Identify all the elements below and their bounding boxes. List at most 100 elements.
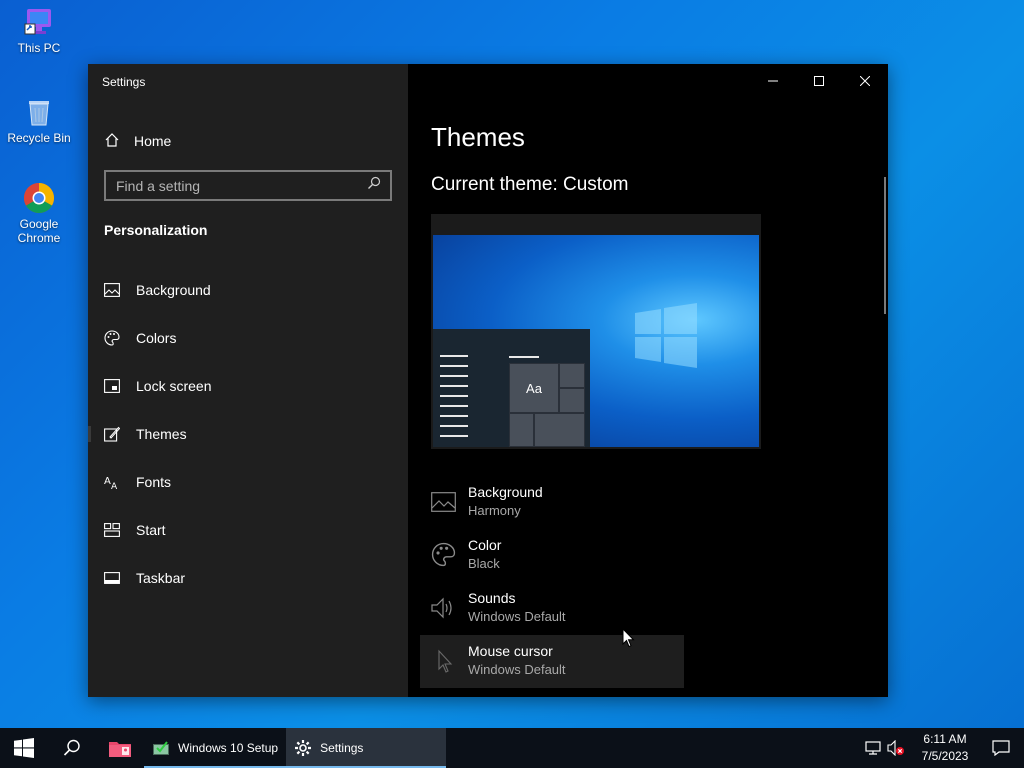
sidebar-item-label: Background [136,282,211,298]
theme-item-name: Color [468,537,502,553]
windows-logo-icon [635,303,697,368]
search-box[interactable] [104,170,392,201]
svg-text:A: A [111,482,118,490]
theme-item-background[interactable]: Background Harmony [420,476,684,529]
preview-tiles: Aa [509,363,585,447]
sidebar-item-start[interactable]: Start [88,506,408,554]
action-center-button[interactable] [978,728,1024,768]
sidebar-item-fonts[interactable]: AA Fonts [88,458,408,506]
theme-item-color[interactable]: Color Black [420,529,684,582]
nav-list: Background Colors Lock screen Themes A A… [88,266,408,602]
lock-screen-icon [104,378,120,394]
svg-text:A: A [104,476,111,487]
sidebar-item-label: Lock screen [136,378,212,394]
nav-home[interactable]: Home [104,130,171,152]
close-button[interactable] [842,64,888,98]
background-icon [104,282,120,298]
theme-item-name: Mouse cursor [468,643,553,659]
this-pc-icon [23,6,55,38]
search-icon[interactable] [367,176,381,195]
volume-muted-icon[interactable] [884,728,908,768]
themes-icon [104,426,120,442]
taskbar-search-button[interactable] [48,728,96,768]
minimize-button[interactable] [750,64,796,98]
sidebar-item-label: Themes [136,426,187,442]
desktop-icon-label: This PC [17,41,61,55]
mouse-cursor-icon [622,627,636,653]
system-tray: 6:11 AM 7/5/2023 [862,728,1024,768]
home-icon [104,132,120,151]
palette-icon [431,542,456,567]
fonts-icon: AA [104,474,120,490]
window-title: Settings [102,75,146,89]
nav-home-label: Home [134,133,172,149]
search-icon [63,739,80,756]
start-icon [104,522,120,538]
palette-icon [104,330,120,346]
sidebar-item-taskbar[interactable]: Taskbar [88,554,408,602]
notification-icon [992,740,1010,756]
desktop-icon-recycle-bin[interactable]: Recycle Bin [0,96,78,145]
taskbar-app-label: Settings [320,741,364,755]
image-icon [431,489,456,514]
theme-item-mouse-cursor[interactable]: Mouse cursor Windows Default [420,635,684,688]
taskbar-clock[interactable]: 6:11 AM 7/5/2023 [912,731,978,765]
sidebar-item-label: Taskbar [136,570,186,586]
settings-nav-pane: Settings Home Personalization Background [88,64,408,697]
preview-menu-lines [440,355,468,445]
theme-item-value: Windows Default [468,662,566,677]
taskbar-app-settings[interactable]: Settings [286,728,447,768]
theme-item-value: Windows Default [468,609,566,624]
desktop-icon-label: Google Chrome [17,217,61,245]
sidebar-item-label: Fonts [136,474,172,490]
gear-icon [295,740,312,756]
current-theme-heading: Current theme: Custom [431,174,629,195]
preview-top-bar [431,214,761,235]
clock-time: 6:11 AM [923,732,967,746]
window-controls [750,64,888,98]
taskbar-icon [104,570,120,586]
theme-item-name: Sounds [468,590,516,606]
theme-item-value: Harmony [468,503,521,518]
taskbar-app-label: Windows 10 Setup [178,741,279,755]
setup-icon [153,741,169,755]
taskbar-file-explorer[interactable] [96,728,144,768]
mouse-pointer-icon [431,648,456,673]
settings-content-pane: Themes Current theme: Custom Aa Backgrou… [408,64,888,697]
taskbar-app-windows-setup[interactable]: Windows 10 Setup [144,728,287,768]
speaker-icon [431,595,456,620]
chrome-icon [23,182,55,214]
taskbar: Windows 10 Setup Settings 6:11 AM 7/5/20… [0,728,1024,768]
preview-window: Aa [433,329,590,447]
network-icon[interactable] [862,728,884,768]
section-title: Personalization [104,222,208,238]
preview-sample-text: Aa [509,363,559,413]
sidebar-item-colors[interactable]: Colors [88,314,408,362]
search-input[interactable] [116,177,356,194]
theme-preview: Aa [431,214,761,449]
selection-indicator [88,426,91,442]
sidebar-item-themes[interactable]: Themes [88,410,408,458]
theme-item-value: Black [468,556,500,571]
desktop-icon-this-pc[interactable]: This PC [0,6,78,55]
theme-item-name: Background [468,484,543,500]
windows-start-icon [14,738,34,758]
page-title: Themes [431,122,525,152]
sidebar-item-lock-screen[interactable]: Lock screen [88,362,408,410]
sidebar-item-label: Colors [136,330,177,346]
preview-wallpaper: Aa [433,235,759,447]
folder-icon [109,742,131,757]
theme-settings-list: Background Harmony Color Black Sounds Wi… [420,476,684,688]
clock-date: 7/5/2023 [921,749,969,763]
settings-window: Settings Home Personalization Background [88,64,888,697]
start-button[interactable] [0,728,48,768]
recycle-bin-icon [23,96,55,128]
desktop-icon-label: Recycle Bin [7,131,71,145]
maximize-button[interactable] [796,64,842,98]
preview-tab-line [509,356,539,358]
sidebar-item-background[interactable]: Background [88,266,408,314]
desktop-icon-chrome[interactable]: Google Chrome [0,182,78,245]
sidebar-item-label: Start [136,522,166,538]
scrollbar[interactable] [884,177,886,314]
theme-item-sounds[interactable]: Sounds Windows Default [420,582,684,635]
